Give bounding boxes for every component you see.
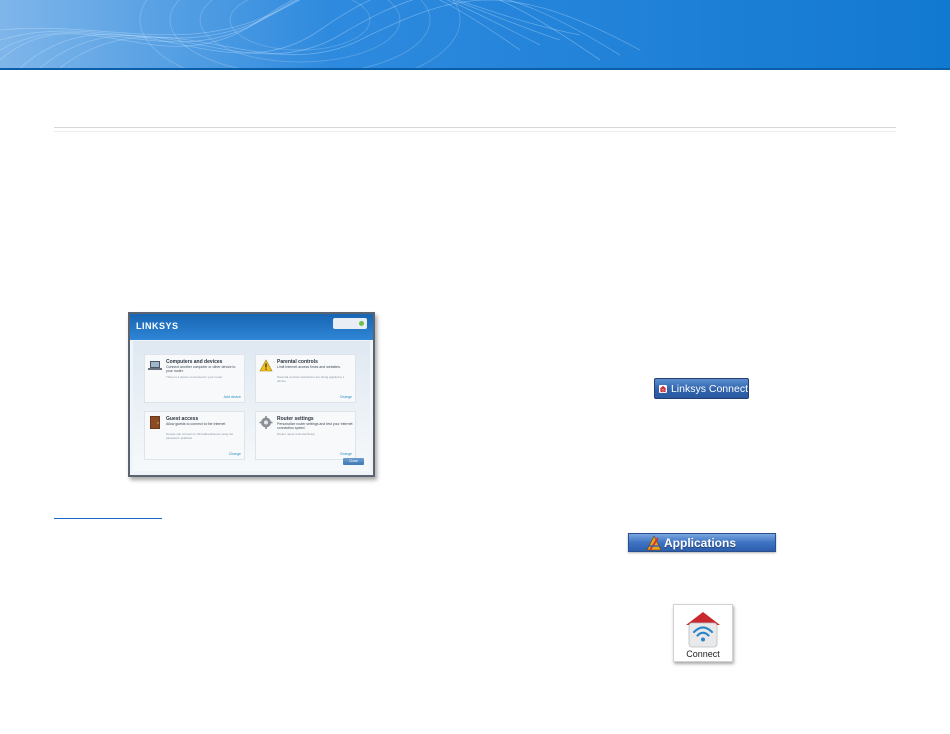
change-link[interactable]: Change bbox=[340, 452, 352, 456]
status-indicator-icon bbox=[359, 321, 364, 326]
connect-app-icon[interactable]: Connect bbox=[673, 604, 733, 662]
card-description: Personalize router settings and test you… bbox=[277, 422, 353, 430]
linksys-logo: LINKSYS bbox=[136, 321, 179, 331]
gear-icon bbox=[259, 416, 273, 429]
card-note: There is 1 device connected to your rout… bbox=[166, 375, 223, 379]
router-home-icon bbox=[659, 384, 667, 393]
card-description: Limit Internet access times and websites… bbox=[277, 365, 341, 369]
connect-app-label: Connect bbox=[686, 649, 720, 659]
card-note: Router name is RouterSetup bbox=[277, 432, 316, 436]
card-description: Connect another computer or other device… bbox=[166, 365, 236, 373]
card-computers-and-devices[interactable]: Computers and devices Connect another co… bbox=[144, 354, 245, 403]
section-divider-shadow bbox=[54, 131, 896, 132]
door-icon bbox=[150, 416, 160, 429]
wifi-home-icon bbox=[686, 612, 720, 648]
applications-menu-item[interactable]: Applications bbox=[628, 533, 776, 552]
card-description: Allow guests to connect to the Internet bbox=[166, 422, 226, 426]
change-link[interactable]: Change bbox=[229, 452, 241, 456]
dashboard-header: LINKSYS bbox=[130, 314, 373, 340]
hyperlink-underline[interactable] bbox=[54, 518, 162, 519]
change-link[interactable]: Change bbox=[340, 395, 352, 399]
card-note: Guests can connect to: BroadbandGuest us… bbox=[166, 432, 234, 440]
applications-icon bbox=[646, 534, 662, 550]
card-guest-access[interactable]: Guest access Allow guests to connect to … bbox=[144, 411, 245, 460]
laptop-icon bbox=[148, 361, 162, 370]
card-parental-controls[interactable]: Parental controls Limit Internet access … bbox=[255, 354, 356, 403]
add-device-link[interactable]: Add device bbox=[224, 395, 241, 399]
applications-label: Applications bbox=[664, 535, 737, 550]
connection-status bbox=[333, 318, 367, 329]
dashboard-body: Computers and devices Connect another co… bbox=[133, 341, 370, 471]
banner-divider bbox=[0, 68, 950, 70]
card-note: Parental controls restrictions are being… bbox=[277, 375, 345, 383]
warning-icon bbox=[259, 359, 273, 372]
card-router-settings[interactable]: Router settings Personalize router setti… bbox=[255, 411, 356, 460]
wave-decoration bbox=[0, 0, 950, 68]
linksys-connect-button[interactable]: Linksys Connect bbox=[654, 378, 749, 399]
linksys-dashboard-screenshot: LINKSYS Computers and devices Connect an… bbox=[128, 312, 375, 477]
header-banner bbox=[0, 0, 950, 68]
linksys-connect-label: Linksys Connect bbox=[670, 382, 748, 395]
close-button[interactable]: Close bbox=[343, 458, 364, 465]
section-divider bbox=[54, 127, 896, 128]
